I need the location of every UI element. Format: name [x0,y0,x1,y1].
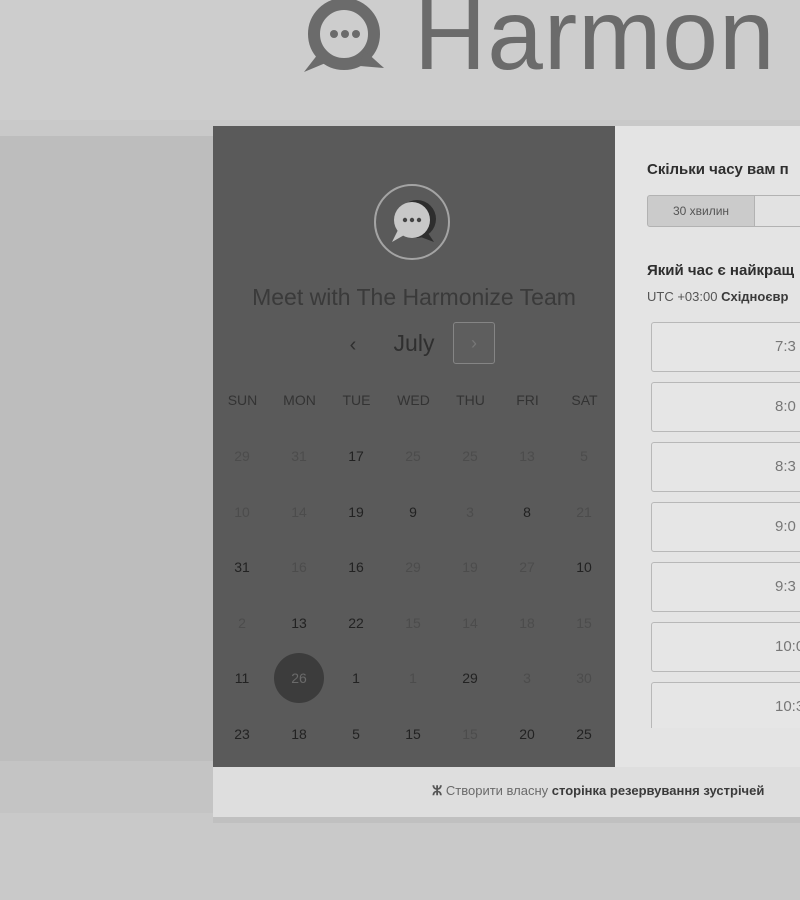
time-slot-label: 8:0 [775,398,796,415]
calendar-day[interactable]: 16 [331,542,381,592]
calendar-day: 1 [409,670,417,686]
calendar-day[interactable]: 9 [388,487,438,537]
calendar-day[interactable]: 8 [502,487,552,537]
calendar-day: 18 [519,614,535,631]
calendar-day: 25 [462,448,478,464]
time-slot-label: 7:3 [775,338,796,355]
weekday-mon: MON [283,392,316,408]
time-slot-label: 10:3 [775,698,800,715]
team-avatar [374,184,450,260]
timezone-name: Східноєвр [721,289,789,304]
chat-bubble-logo-icon [304,0,384,72]
calendar-day: 21 [576,503,592,520]
sprocket-icon: ⵣ [432,783,443,798]
calendar-day[interactable]: 25 [559,709,609,759]
calendar-day[interactable]: 1 [331,653,381,703]
time-slot[interactable]: 10:0 [651,622,800,672]
weekday-wed: WED [397,392,430,408]
time-slot[interactable]: 7:3 [651,322,800,372]
meeting-title: Meet with The Harmonize Team [252,284,576,310]
chat-bubble-icon [392,200,436,242]
next-month-button[interactable]: › [453,322,495,364]
timezone-offset: UTC +03:00 [647,289,718,304]
calendar-day[interactable]: 15 [388,709,438,759]
calendar-day[interactable]: 29 [445,653,495,703]
calendar-day[interactable]: 18 [274,709,324,759]
side-background [0,136,213,761]
weekday-sun: SUN [227,392,258,408]
booking-panel: Скільки часу вам п 30 хвилин 1 г Який ча… [615,126,800,767]
calendar-day: 15 [405,614,421,631]
time-slot[interactable]: 9:3 [651,562,800,612]
calendar-day: 19 [462,559,478,575]
time-slot-label: 8:3 [775,458,796,475]
duration-question: Скільки часу вам п [647,161,789,178]
calendar-day[interactable]: 20 [502,709,552,759]
calendar-day: 14 [462,614,478,631]
footer-link[interactable]: ⵣ Створити власну сторінка резервування … [432,783,764,799]
duration-selector: 30 хвилин 1 г [647,195,800,227]
time-slot-list[interactable]: 7:3 8:0 8:3 9:0 9:3 10:0 10:3 [651,322,800,728]
calendar-day: 29 [405,559,421,575]
calendar-day[interactable]: 22 [331,598,381,648]
calendar-day[interactable]: 23 [217,709,267,759]
calendar-day: 27 [519,559,535,575]
time-slot[interactable]: 10:3 [651,682,800,728]
weekday-fri: FRI [516,392,539,408]
prev-month-button[interactable]: ‹ [339,330,367,360]
weekday-tue: TUE [342,392,371,408]
footer-shadow [213,817,800,823]
calendar-day[interactable]: 19 [331,487,381,537]
side-background-bottom [0,761,213,813]
calendar-day: 14 [291,503,307,520]
time-slot-label: 9:0 [775,518,796,535]
calendar-day[interactable]: 10 [559,542,609,592]
calendar-day: 2 [238,614,246,631]
calendar-day: 30 [576,670,592,686]
calendar-day: 15 [576,614,592,631]
calendar-day[interactable]: 11 [217,653,267,703]
calendar-day: 31 [291,448,307,464]
time-slot-label: 9:3 [775,578,796,595]
best-time-question: Який час є найкращ [647,262,795,279]
calendar-day: 15 [462,725,478,742]
calendar-day-selected[interactable]: 26 [274,653,324,703]
calendar-day: 3 [466,503,474,520]
footer-text-normal: Створити власну [445,783,549,798]
time-slot[interactable]: 9:0 [651,502,800,552]
logo-text: Harmon [414,0,776,91]
header: Harmon [0,0,800,120]
calendar-day: 25 [405,448,421,464]
calendar-day[interactable]: 5 [331,709,381,759]
time-slot[interactable]: 8:3 [651,442,800,492]
weekday-thu: THU [456,392,485,408]
footer: ⵣ Створити власну сторінка резервування … [213,767,800,817]
calendar-day: 3 [523,670,531,686]
calendar-day[interactable]: 31 [217,542,267,592]
calendar-day: 13 [519,448,535,464]
month-label: July [393,330,435,356]
calendar-day: 5 [580,448,588,464]
weekday-header: SUN MON TUE WED THU FRI SAT [213,392,615,412]
duration-option-60[interactable]: 1 г [754,195,800,227]
calendar-day: 16 [291,559,307,575]
calendar-day: 29 [234,448,250,464]
calendar-day[interactable]: 17 [331,431,381,481]
calendar-panel: Meet with The Harmonize Team ‹ July › SU… [213,126,615,767]
time-slot[interactable]: 8:0 [651,382,800,432]
calendar-day: 10 [234,503,250,520]
footer-text-bold: сторінка резервування зустрічей [551,783,765,798]
weekday-sat: SAT [571,392,598,408]
calendar-day[interactable]: 13 [274,598,324,648]
duration-option-30[interactable]: 30 хвилин [647,195,755,227]
timezone-line[interactable]: UTC +03:00 Східноєвр [647,289,788,304]
time-slot-label: 10:0 [775,638,800,655]
